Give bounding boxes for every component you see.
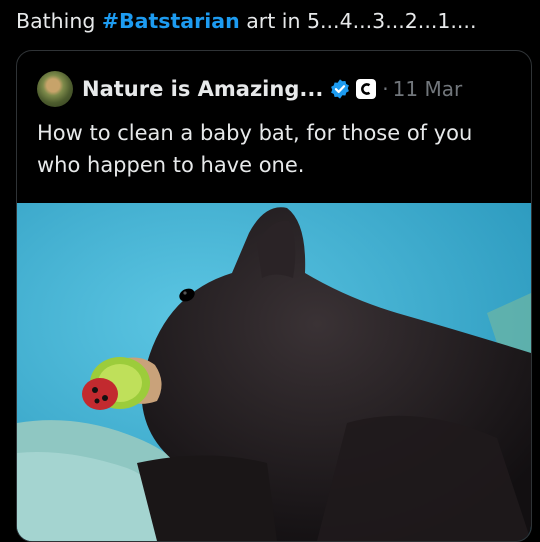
quoted-post-card[interactable]: Nature is Amazing... · 11 Mar How to cle… [16, 50, 532, 542]
avatar[interactable] [37, 71, 73, 107]
post-text-lead: Bathing [16, 9, 102, 33]
post-date[interactable]: 11 Mar [393, 77, 463, 101]
bat-photo [17, 203, 531, 541]
quoted-post-text: How to clean a baby bat, for those of yo… [37, 121, 473, 177]
post-text: Bathing #Batstarian art in 5...4...3...2… [16, 6, 536, 36]
quoted-post-header: Nature is Amazing... · 11 Mar [37, 71, 462, 107]
separator-dot: · [382, 77, 389, 101]
affiliate-badge-icon[interactable] [356, 79, 377, 99]
affiliate-logo-icon [361, 83, 371, 95]
verified-badge-icon [331, 79, 350, 99]
hashtag-link[interactable]: #Batstarian [102, 9, 240, 33]
media-image[interactable] [17, 203, 531, 541]
post-text-tail: art in 5...4...3...2...1.... [239, 9, 477, 33]
author-display-name[interactable]: Nature is Amazing... [82, 77, 323, 101]
